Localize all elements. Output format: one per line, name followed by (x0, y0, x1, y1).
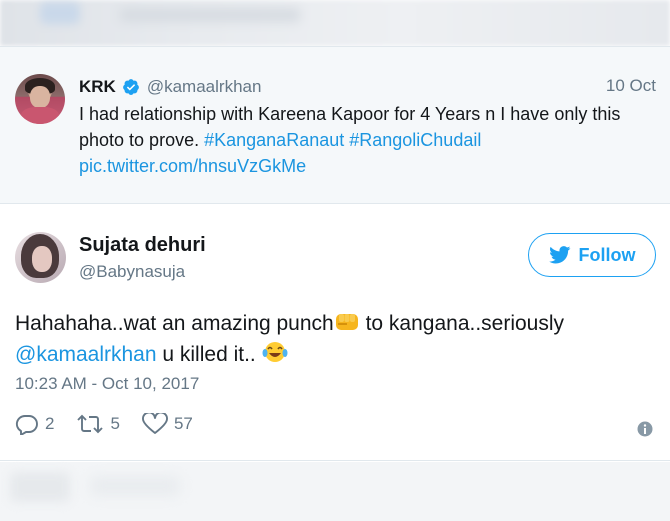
retweet-count: 5 (110, 414, 120, 433)
fist-emoji-icon (335, 314, 358, 330)
reply-action[interactable]: 2 (15, 413, 54, 435)
retweet-action[interactable]: 5 (76, 413, 120, 435)
tears-of-joy-emoji-icon (262, 342, 288, 362)
quoted-header: KRK @kamaalrkhan (79, 75, 261, 99)
retweet-icon (77, 414, 104, 434)
tweet-timestamp[interactable]: 10:23 AM - Oct 10, 2017 (15, 374, 199, 394)
quoted-avatar[interactable] (15, 74, 65, 124)
pic-link[interactable]: pic.twitter.com/hnsuVzGkMe (79, 156, 306, 176)
blurred-shape (120, 8, 300, 22)
like-count: 57 (173, 414, 193, 433)
tweet-text: Hahahaha..wat an amazing punch to kangan… (15, 308, 655, 370)
reply-count: 2 (45, 414, 55, 433)
blurred-shape (10, 472, 70, 502)
info-icon[interactable] (637, 421, 653, 437)
quoted-author-name[interactable]: KRK (79, 77, 116, 97)
reply-icon (15, 415, 38, 435)
tweet-actions: 2 5 57 (15, 410, 215, 438)
author-name[interactable]: Sujata dehuri (79, 234, 206, 257)
blurred-shape (90, 476, 180, 496)
author-handle[interactable]: @Babynasuja (79, 262, 185, 282)
quoted-author-handle[interactable]: @kamaalrkhan (147, 77, 262, 97)
heart-icon (141, 413, 168, 434)
hashtag-link[interactable]: #KanganaRanaut (204, 130, 344, 150)
tweet-text-part: Hahahaha..wat an amazing punch (15, 312, 334, 335)
blurred-header (0, 0, 670, 46)
blurred-shape (40, 2, 80, 24)
tweet-text-part: u killed it.. (156, 343, 262, 366)
follow-label: Follow (578, 244, 636, 265)
hashtag-link[interactable]: #RangoliChudail (349, 130, 481, 150)
blurred-footer (0, 462, 670, 521)
follow-button[interactable]: Follow (528, 233, 656, 277)
twitter-bird-icon (548, 246, 570, 264)
verified-badge-icon (122, 79, 139, 95)
mention-link[interactable]: @kamaalrkhan (15, 343, 157, 366)
quoted-tweet-text: I had relationship with Kareena Kapoor f… (79, 101, 659, 179)
author-avatar[interactable] (15, 232, 66, 283)
quoted-date[interactable]: 10 Oct (606, 76, 656, 96)
like-action[interactable]: 57 (141, 413, 193, 435)
tweet-text-part: to kangana..seriously (359, 312, 565, 335)
